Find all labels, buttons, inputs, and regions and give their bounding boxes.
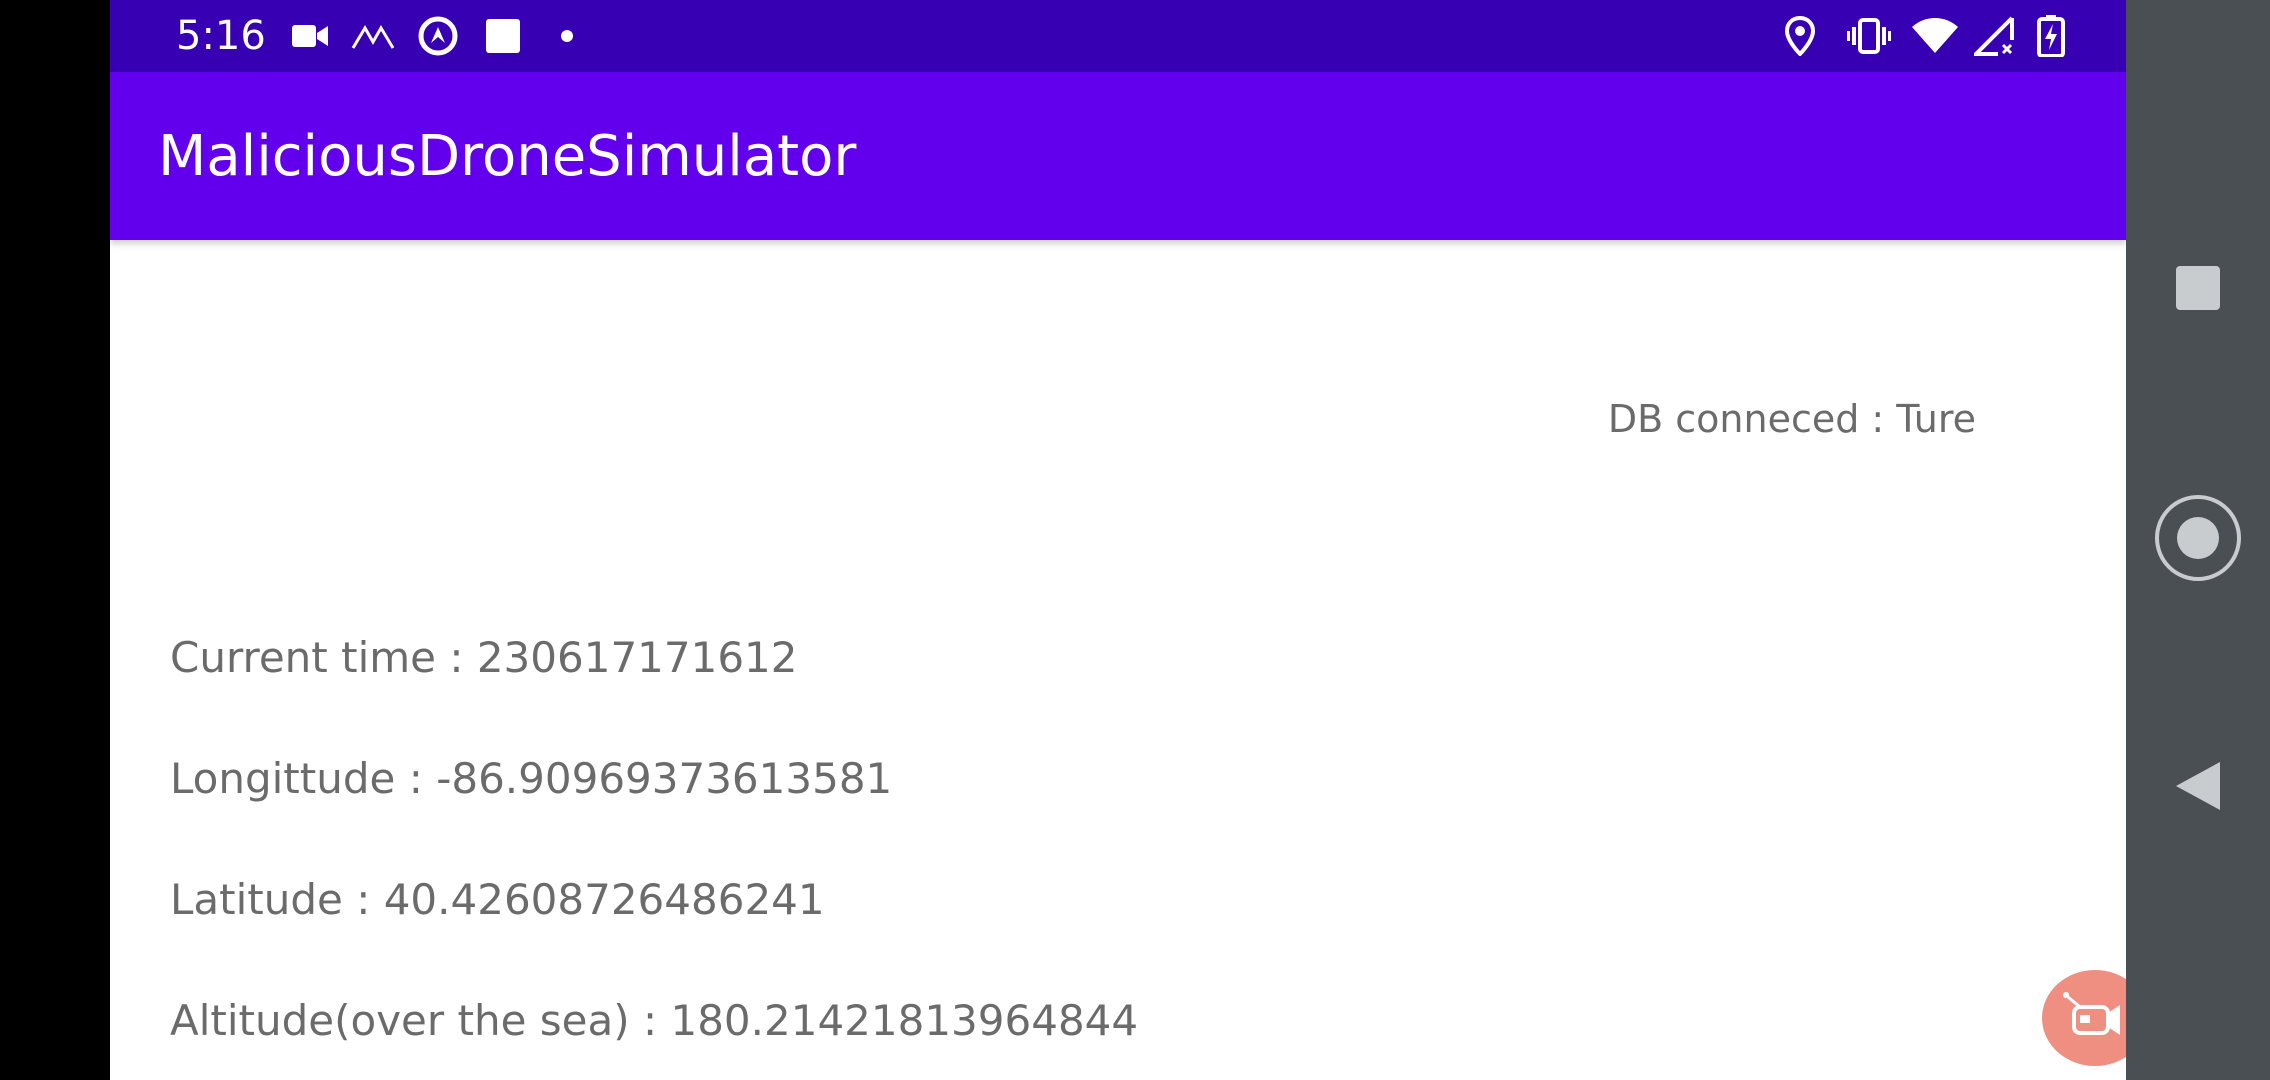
home-button[interactable] <box>2126 470 2270 610</box>
navigation-bar <box>2126 0 2270 1080</box>
display-cutout <box>0 0 110 1080</box>
drone-control-fab[interactable] <box>2042 970 2126 1066</box>
app-window: 5:16 MaliciousDroneSimulator DB conneced… <box>110 0 2126 1080</box>
altitude-text: Altitude(over the sea) : 180.21421813964… <box>170 996 1139 1045</box>
back-icon <box>2174 760 2222 816</box>
cellular-no-signal-icon <box>1972 16 2016 56</box>
latitude-text: Latitude : 40.42608726486241 <box>170 875 825 924</box>
recents-icon <box>2175 265 2221 315</box>
signal-wave-icon <box>350 16 396 56</box>
vibrate-icon <box>1846 16 1892 56</box>
location-icon <box>1780 16 1820 56</box>
video-camera-icon <box>290 16 330 56</box>
back-button[interactable] <box>2126 718 2270 858</box>
drone-controller-icon <box>2060 989 2122 1047</box>
square-notification-icon <box>484 16 522 56</box>
status-bar: 5:16 <box>110 0 2126 72</box>
home-icon <box>2154 494 2242 586</box>
battery-charging-icon <box>2034 15 2068 57</box>
dot-icon <box>560 16 574 56</box>
status-time: 5:16 <box>176 13 266 59</box>
wifi-icon <box>1910 16 1960 56</box>
current-time-text: Current time : 230617171612 <box>170 633 798 682</box>
longitude-text: Longittude : -86.90969373613581 <box>170 754 893 803</box>
db-connection-status: DB conneced : Ture <box>1607 397 1976 441</box>
recents-button[interactable] <box>2126 220 2270 360</box>
vpn-circle-icon <box>416 16 460 56</box>
app-title: MaliciousDroneSimulator <box>158 124 857 189</box>
app-bar: MaliciousDroneSimulator <box>110 72 2126 240</box>
screen: 5:16 MaliciousDroneSimulator DB conneced… <box>0 0 2270 1080</box>
